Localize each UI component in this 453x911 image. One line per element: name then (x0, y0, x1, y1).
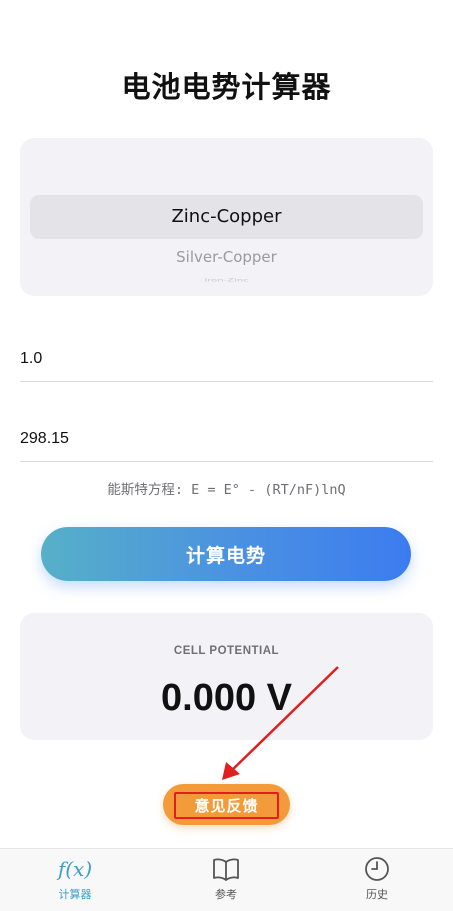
picker-option-silver-copper[interactable]: Silver-Copper (20, 248, 433, 266)
concentration-input[interactable] (20, 343, 420, 375)
cell-type-picker[interactable]: Zinc-Copper Silver-Copper Iron-Zinc (20, 138, 433, 296)
result-label: CELL POTENTIAL (173, 645, 280, 657)
nernst-formula-text: 能斯特方程: E = E° - (RT/nF)lnQ (107, 482, 346, 498)
picker-option-zinc-copper[interactable]: Zinc-Copper (20, 206, 433, 227)
result-value: 0.000 V (161, 677, 292, 719)
tab-bar: f(x) 计算器 参考 历史 (0, 848, 453, 911)
result-card: CELL POTENTIAL 0.000 V (20, 613, 433, 740)
feedback-label: 意见反馈 (174, 792, 279, 819)
tab-reference-label: 参考 (215, 888, 237, 901)
picker-option-iron-zinc[interactable]: Iron-Zinc (20, 278, 433, 283)
temperature-input[interactable] (20, 423, 420, 455)
clock-icon (322, 855, 432, 883)
calculate-potential-button[interactable]: 计算电势 (41, 527, 411, 581)
feedback-button[interactable]: 意见反馈 (163, 784, 290, 825)
tab-calculator-label: 计算器 (58, 888, 92, 901)
page-title: 电池电势计算器 (121, 70, 332, 104)
tab-reference[interactable]: 参考 (171, 855, 281, 907)
tab-history-label: 历史 (366, 888, 388, 901)
tab-calculator[interactable]: f(x) 计算器 (20, 855, 130, 907)
tab-history[interactable]: 历史 (322, 855, 432, 907)
concentration-field (20, 337, 433, 382)
fx-icon: f(x) (57, 857, 93, 881)
temperature-field (20, 417, 433, 462)
book-icon (171, 855, 281, 883)
